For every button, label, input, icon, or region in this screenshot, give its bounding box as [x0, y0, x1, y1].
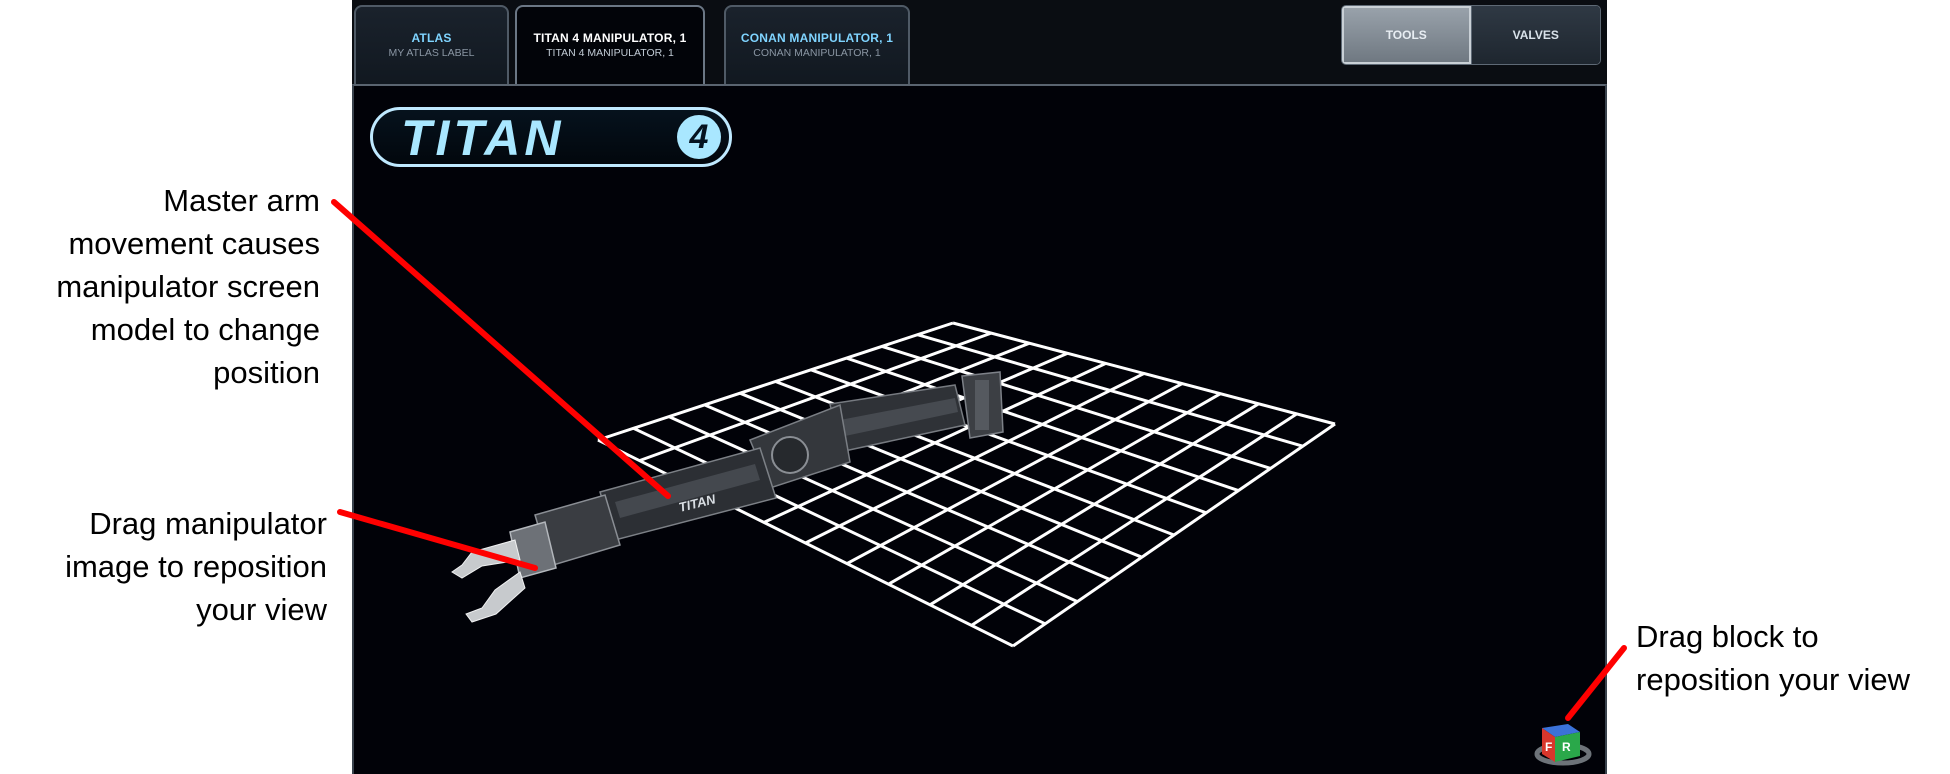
- view-cube-front-face: F: [1545, 740, 1552, 754]
- annotation-drag-block: Drag block to reposition your view: [1636, 619, 1910, 697]
- callout-line-master-arm: [331, 199, 671, 499]
- view-cube[interactable]: F R: [1534, 724, 1592, 766]
- view-cube-right-face: R: [1562, 740, 1571, 754]
- callout-line-drag-manipulator: [337, 509, 538, 571]
- annotation-master-arm: Master arm movement causes manipulator s…: [56, 183, 320, 390]
- callout-line-drag-block: [1565, 645, 1627, 721]
- annotation-drag-manipulator: Drag manipulator image to reposition you…: [65, 506, 327, 627]
